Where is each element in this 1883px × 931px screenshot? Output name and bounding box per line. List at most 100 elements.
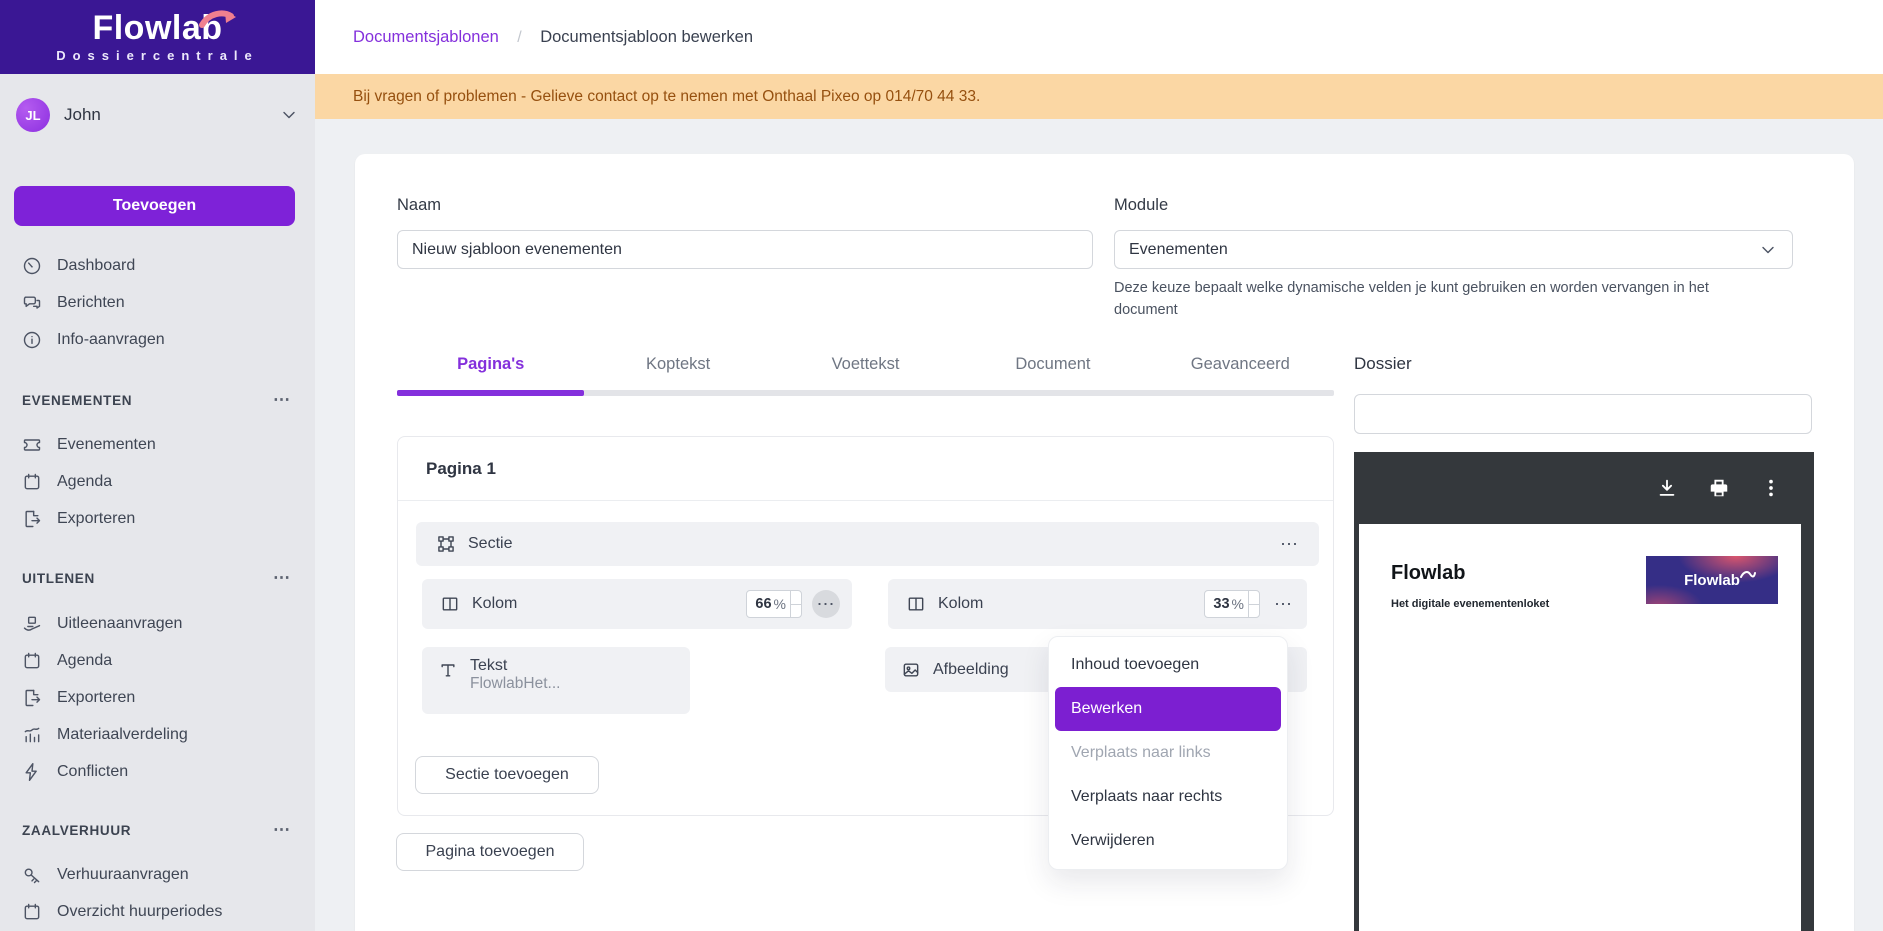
sidebar-item-exporteren-uit[interactable]: Exporteren xyxy=(0,679,315,716)
block-preview-text: FlowlabHet... xyxy=(470,675,560,692)
sidebar-item-dashboard[interactable]: Dashboard xyxy=(0,247,315,284)
document-preview: Flowlab Het digitale evenementenloket Fl… xyxy=(1354,452,1814,931)
topbar: Documentsjablonen / Documentsjabloon bew… xyxy=(315,0,1883,74)
ticket-icon xyxy=(22,435,42,455)
section-overflow-icon[interactable]: ⋯ xyxy=(273,390,291,410)
kebab-icon[interactable] xyxy=(1760,477,1782,499)
pagina-toevoegen-button[interactable]: Pagina toevoegen xyxy=(396,833,584,871)
nav-evenementen: Evenementen Agenda Exporteren xyxy=(0,426,315,537)
brand-subtitle: Dossiercentrale xyxy=(56,48,259,63)
gauge-icon xyxy=(22,256,42,276)
tab-koptekst[interactable]: Koptekst xyxy=(584,346,771,390)
column-width-input[interactable]: 33% xyxy=(1204,590,1260,618)
sidebar-item-label: Materiaalverdeling xyxy=(57,726,188,744)
column-icon xyxy=(906,594,926,614)
export-icon xyxy=(22,688,42,708)
sidebar-item-label: Uitleenaanvragen xyxy=(57,615,182,633)
stepper-icon[interactable] xyxy=(1248,591,1259,617)
download-icon[interactable] xyxy=(1656,477,1678,499)
tab-voettekst[interactable]: Voettekst xyxy=(772,346,959,390)
sidebar-item-label: Exporteren xyxy=(57,510,135,528)
page-title: Pagina 1 xyxy=(398,437,1333,501)
nav-zaalverhuur: Verhuuraanvragen Overzicht huurperiodes xyxy=(0,856,315,930)
module-select-value: Evenementen xyxy=(1129,241,1228,259)
section-label: Sectie xyxy=(468,535,512,553)
app: Flowlab Dossiercentrale JL John Toevoege… xyxy=(0,0,1883,931)
block-label: Afbeelding xyxy=(933,661,1009,679)
column-width-value: 66 xyxy=(747,596,773,612)
sidebar-section-uitlenen: UITLENEN ⋯ xyxy=(0,568,315,588)
section-overflow-icon[interactable]: ⋯ xyxy=(273,820,291,840)
sidebar-item-exporteren-ev[interactable]: Exporteren xyxy=(0,500,315,537)
section-title: UITLENEN xyxy=(22,571,95,586)
sidebar-item-materiaalverdeling[interactable]: Materiaalverdeling xyxy=(0,716,315,753)
context-menu: Inhoud toevoegen Bewerken Verplaats naar… xyxy=(1048,636,1288,870)
menu-item-verplaats-rechts[interactable]: Verplaats naar rechts xyxy=(1055,775,1281,819)
column-menu-button[interactable]: ⋯ xyxy=(812,590,840,618)
doc-banner-image: Flowlab xyxy=(1646,556,1778,604)
tab-paginas[interactable]: Pagina's xyxy=(397,346,584,390)
column-menu-button[interactable]: ⋯ xyxy=(1274,595,1293,613)
sidebar-item-overzicht-huurperiodes[interactable]: Overzicht huurperiodes xyxy=(0,893,315,930)
sidebar-item-label: Exporteren xyxy=(57,689,135,707)
chevron-down-icon xyxy=(1758,240,1778,260)
tab-underline-track xyxy=(397,390,1334,396)
breadcrumb-current: Documentsjabloon bewerken xyxy=(540,28,753,46)
chat-icon xyxy=(22,293,42,313)
sidebar-item-label: Agenda xyxy=(57,652,112,670)
tab-underline-active xyxy=(397,390,584,396)
sidebar-item-label: Berichten xyxy=(57,294,125,312)
stepper-icon[interactable] xyxy=(790,591,801,617)
sidebar-item-agenda-ev[interactable]: Agenda xyxy=(0,463,315,500)
column-width-input[interactable]: 66% xyxy=(746,590,802,618)
naam-input[interactable] xyxy=(397,230,1093,269)
print-icon[interactable] xyxy=(1708,477,1730,499)
column-bar-1[interactable]: Kolom 66% ⋯ xyxy=(422,579,852,629)
section-overflow-icon[interactable]: ⋯ xyxy=(273,568,291,588)
module-select[interactable]: Evenementen xyxy=(1114,230,1793,269)
tab-geavanceerd[interactable]: Geavanceerd xyxy=(1147,346,1334,390)
text-icon xyxy=(438,660,458,680)
brand-logo[interactable]: Flowlab Dossiercentrale xyxy=(0,0,315,74)
sidebar-item-label: Dashboard xyxy=(57,257,135,275)
tab-document[interactable]: Document xyxy=(959,346,1146,390)
block-tekst[interactable]: Tekst FlowlabHet... xyxy=(422,647,690,714)
banner-logo-text: Flowlab xyxy=(1684,572,1740,589)
module-label: Module xyxy=(1114,196,1168,215)
menu-item-verwijderen[interactable]: Verwijderen xyxy=(1055,819,1281,863)
dossier-label: Dossier xyxy=(1354,354,1412,374)
nav-main: Dashboard Berichten Info-aanvragen xyxy=(0,247,315,358)
sidebar-item-label: Info-aanvragen xyxy=(57,331,165,349)
breadcrumb-separator: / xyxy=(517,29,521,46)
user-menu[interactable]: JL John xyxy=(16,96,299,134)
sidebar-item-berichten[interactable]: Berichten xyxy=(0,284,315,321)
sidebar-item-agenda-uit[interactable]: Agenda xyxy=(0,642,315,679)
menu-item-verplaats-links[interactable]: Verplaats naar links xyxy=(1055,731,1281,775)
menu-item-inhoud-toevoegen[interactable]: Inhoud toevoegen xyxy=(1055,643,1281,687)
info-icon xyxy=(22,330,42,350)
breadcrumb-link[interactable]: Documentsjablonen xyxy=(353,28,499,46)
column-label: Kolom xyxy=(472,595,517,613)
doc-title: Flowlab xyxy=(1391,562,1465,585)
dossier-input[interactable] xyxy=(1354,394,1812,434)
tab-bar: Pagina's Koptekst Voettekst Document Gea… xyxy=(397,346,1334,396)
calendar-icon xyxy=(22,472,42,492)
sidebar-item-info-aanvragen[interactable]: Info-aanvragen xyxy=(0,321,315,358)
sidebar-item-uitleenaanvragen[interactable]: Uitleenaanvragen xyxy=(0,605,315,642)
banner-wave-icon xyxy=(1740,567,1756,577)
section-menu-button[interactable]: ⋯ xyxy=(1280,535,1299,553)
sidebar: Flowlab Dossiercentrale JL John Toevoege… xyxy=(0,0,315,931)
sidebar-item-conflicten[interactable]: Conflicten xyxy=(0,753,315,790)
hand-box-icon xyxy=(22,614,42,634)
sidebar-item-evenementen[interactable]: Evenementen xyxy=(0,426,315,463)
section-title: EVENEMENTEN xyxy=(22,393,132,408)
sidebar-item-label: Overzicht huurperiodes xyxy=(57,903,222,921)
section-bar[interactable]: Sectie ⋯ xyxy=(416,522,1319,566)
sectie-toevoegen-button[interactable]: Sectie toevoegen xyxy=(415,756,599,794)
percent-sign: % xyxy=(774,596,790,612)
sidebar-item-verhuuraanvragen[interactable]: Verhuuraanvragen xyxy=(0,856,315,893)
column-label: Kolom xyxy=(938,595,983,613)
menu-item-bewerken[interactable]: Bewerken xyxy=(1055,687,1281,731)
column-bar-2[interactable]: Kolom 33% ⋯ xyxy=(888,579,1307,629)
toevoegen-button[interactable]: Toevoegen xyxy=(14,186,295,226)
